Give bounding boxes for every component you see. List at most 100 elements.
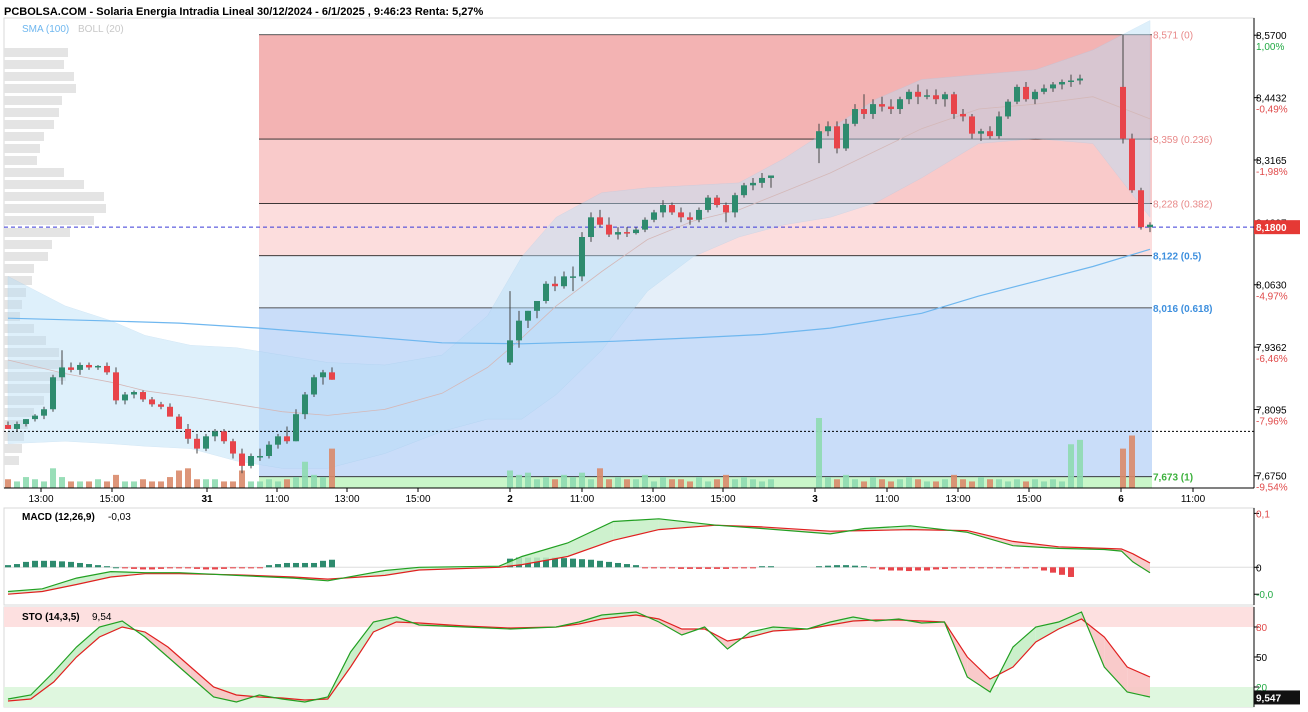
macd-histogram-bar [293,562,299,568]
candle-body [924,95,930,97]
macd-histogram-bar [723,567,729,569]
candle-body [705,197,711,210]
macd-histogram-bar [302,562,308,568]
macd-histogram-bar [320,560,326,568]
macd-histogram-bar [1068,567,1074,577]
time-tick-label: 6 [1118,494,1124,505]
candle-body [642,219,648,230]
volume-bar [897,479,903,488]
macd-histogram-bar [284,562,290,568]
volume-bar [59,477,65,488]
volume-bar [507,470,513,488]
macd-histogram-bar [732,567,738,569]
sto-fill [350,622,374,667]
time-tick-label: 3 [812,494,818,505]
volume-bar [230,481,236,488]
volume-bar [1120,448,1126,488]
candle-body [633,229,639,234]
macd-histogram-bar [158,567,164,569]
volume-bar [669,479,675,488]
candle-body [723,205,729,213]
macd-histogram-bar [140,567,146,570]
macd-histogram-bar [843,565,849,568]
sto-current-label: 9,547 [1256,693,1281,704]
candle-body [960,113,966,117]
volume-bar [167,477,173,488]
volume-bar [122,481,128,488]
volume-bar [32,479,38,488]
volume-bar [660,477,666,488]
time-axis: 13:00 15:00 31 11:00 13:00 15:00 2 11:00 13:00 15… [28,488,1206,505]
macd-histogram-bar [194,567,200,569]
macd-value: -0,03 [108,512,131,523]
chart-canvas: PCBOLSA.COM - Solaria Energia Intradia L… [3,6,1300,708]
candle-body [933,95,939,100]
sto-label: STO (14,3,5) [22,612,80,623]
volume-bar [248,481,254,488]
candle-body [597,217,603,225]
volume-bar [852,479,858,488]
macd-histogram-bar [113,567,119,569]
candle-body [696,209,702,220]
candle-body [1059,81,1065,85]
volume-bar [68,481,74,488]
candle-body [1041,88,1047,92]
volume-profile-bar [4,228,70,237]
candle-body [615,232,621,235]
macd-histogram-bar [879,567,885,570]
volume-bar [194,479,200,488]
macd-histogram-bar [651,567,657,569]
candle-body [759,177,765,183]
volume-bar [257,481,263,488]
volume-bar [203,479,209,488]
price-tick-label: 7,8095 [1256,406,1287,417]
candle-body [816,131,822,149]
fib-level-label: 8,228 (0.382) [1153,200,1213,211]
candle-body [95,365,101,368]
candle-body [870,104,876,114]
macd-histogram-bar [68,561,74,568]
volume-bar [284,479,290,488]
volume-bar [651,481,657,488]
macd-histogram-bar [131,567,137,569]
macd-histogram-bar [59,561,65,568]
volume-bar [302,461,308,488]
volume-bar [588,479,594,488]
candle-body [579,237,585,277]
macd-histogram-bar [660,567,666,569]
price-pct-label: 1,00% [1256,42,1284,53]
candle-body [257,456,263,458]
macd-histogram-bar [597,560,603,568]
volume-bar [825,477,831,488]
sto-fill [76,627,100,657]
candle-body [194,438,200,449]
candle-body [741,185,747,196]
price-tick-label: 7,6750 [1256,472,1287,483]
macd-tick-label: 0 [1256,563,1262,574]
macd-histogram-bar [176,567,182,569]
macd-histogram-bar [41,560,47,568]
candle-body [561,276,567,287]
volume-bar [320,477,326,488]
candle-body [624,232,630,234]
candle-body [293,414,299,442]
volume-bar [987,479,993,488]
candle-body [140,392,146,400]
price-tick-label: 8,3165 [1256,156,1287,167]
sto-axis: 8050209,547 [1254,623,1300,705]
macd-histogram-bar [933,567,939,570]
time-tick-label: 31 [201,494,213,505]
candle-body [59,367,65,378]
macd-histogram-bar [311,562,317,568]
macd-histogram-bar [1032,567,1038,569]
candle-body [1032,91,1038,100]
chart-title: PCBOLSA.COM - Solaria Energia Intradia L… [4,6,484,18]
volume-bar [293,477,299,488]
time-tick-label: 13:00 [28,494,53,505]
volume-bar [861,481,867,488]
volume-bar [759,481,765,488]
volume-profile-bar [4,168,64,177]
candle-body [660,205,666,213]
volume-profile-bar [4,132,44,141]
candle-body [1120,86,1126,139]
